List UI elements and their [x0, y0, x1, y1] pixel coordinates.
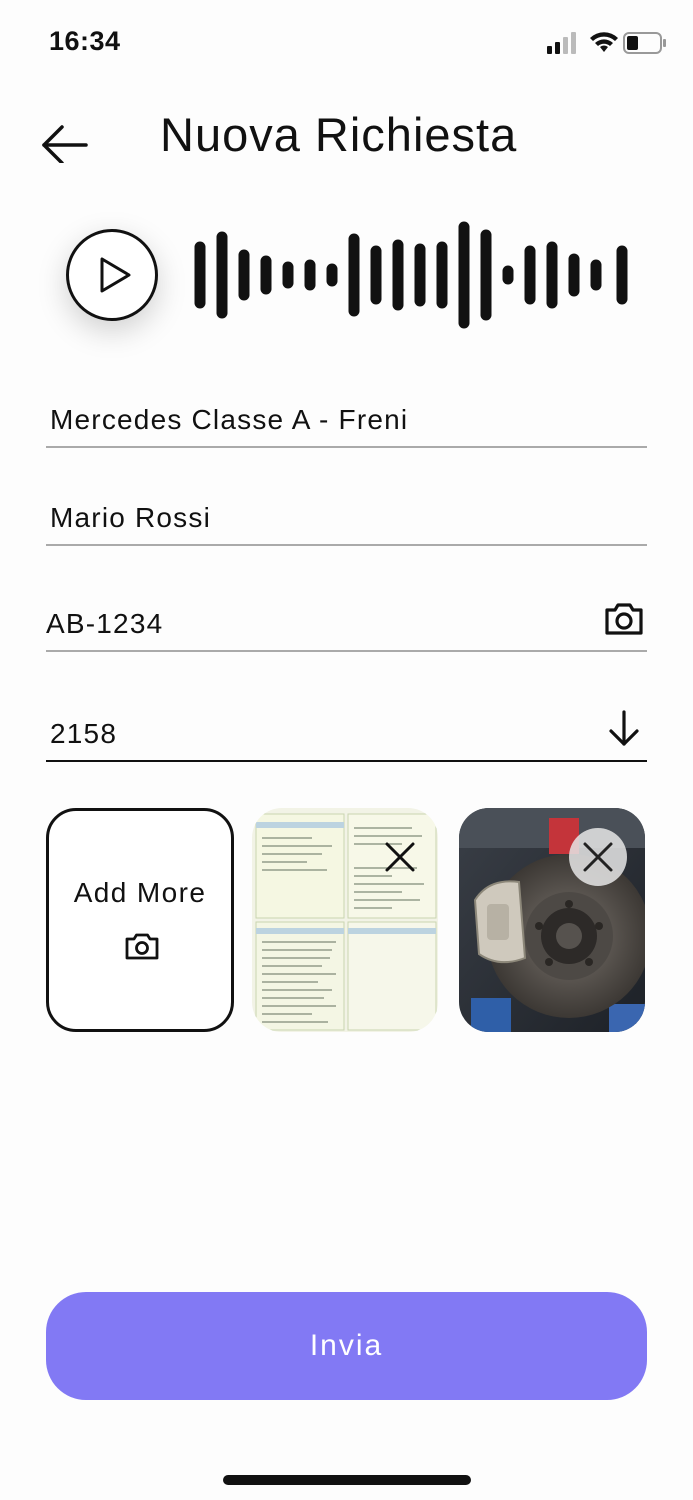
- code-dropdown-button[interactable]: [603, 708, 645, 750]
- audio-waveform-icon: [194, 221, 628, 329]
- submit-button[interactable]: Invia: [46, 1292, 647, 1400]
- code-field: [46, 700, 647, 762]
- status-time: 16:34: [49, 26, 121, 56]
- home-indicator: [223, 1475, 471, 1485]
- page-title: Nuova Richiesta: [160, 108, 518, 161]
- attachment-document-photo[interactable]: [252, 808, 438, 1032]
- subject-input[interactable]: [50, 400, 590, 440]
- customer-name-field: [46, 484, 647, 546]
- arrow-left-icon: [42, 125, 88, 165]
- battery-icon: [623, 32, 666, 54]
- plate-field: [46, 590, 647, 652]
- remove-attachment-button[interactable]: [569, 828, 627, 886]
- header: Nuova Richiesta: [0, 95, 693, 175]
- attachment-brake-disc-photo[interactable]: [459, 808, 645, 1032]
- audio-message: [0, 205, 693, 345]
- customer-name-input[interactable]: [50, 498, 590, 538]
- back-button[interactable]: [36, 107, 96, 165]
- close-icon: [583, 842, 613, 872]
- wifi-icon: [590, 32, 618, 52]
- attachments: Add More: [46, 808, 647, 1034]
- add-more-label: Add More: [73, 877, 207, 908]
- arrow-down-icon: [609, 710, 639, 746]
- remove-attachment-button[interactable]: [371, 828, 429, 886]
- close-icon: [385, 842, 415, 872]
- camera-icon: [125, 933, 159, 960]
- plate-camera-button[interactable]: [603, 598, 645, 640]
- subject-field: [46, 386, 647, 448]
- add-more-button[interactable]: Add More: [46, 808, 234, 1032]
- status-bar: 16:34: [0, 0, 693, 86]
- camera-icon: [605, 603, 643, 635]
- play-button[interactable]: [66, 229, 158, 321]
- play-icon: [100, 257, 131, 293]
- plate-input[interactable]: [46, 604, 586, 644]
- cellular-signal-icon: [547, 32, 576, 54]
- code-input[interactable]: [50, 714, 590, 754]
